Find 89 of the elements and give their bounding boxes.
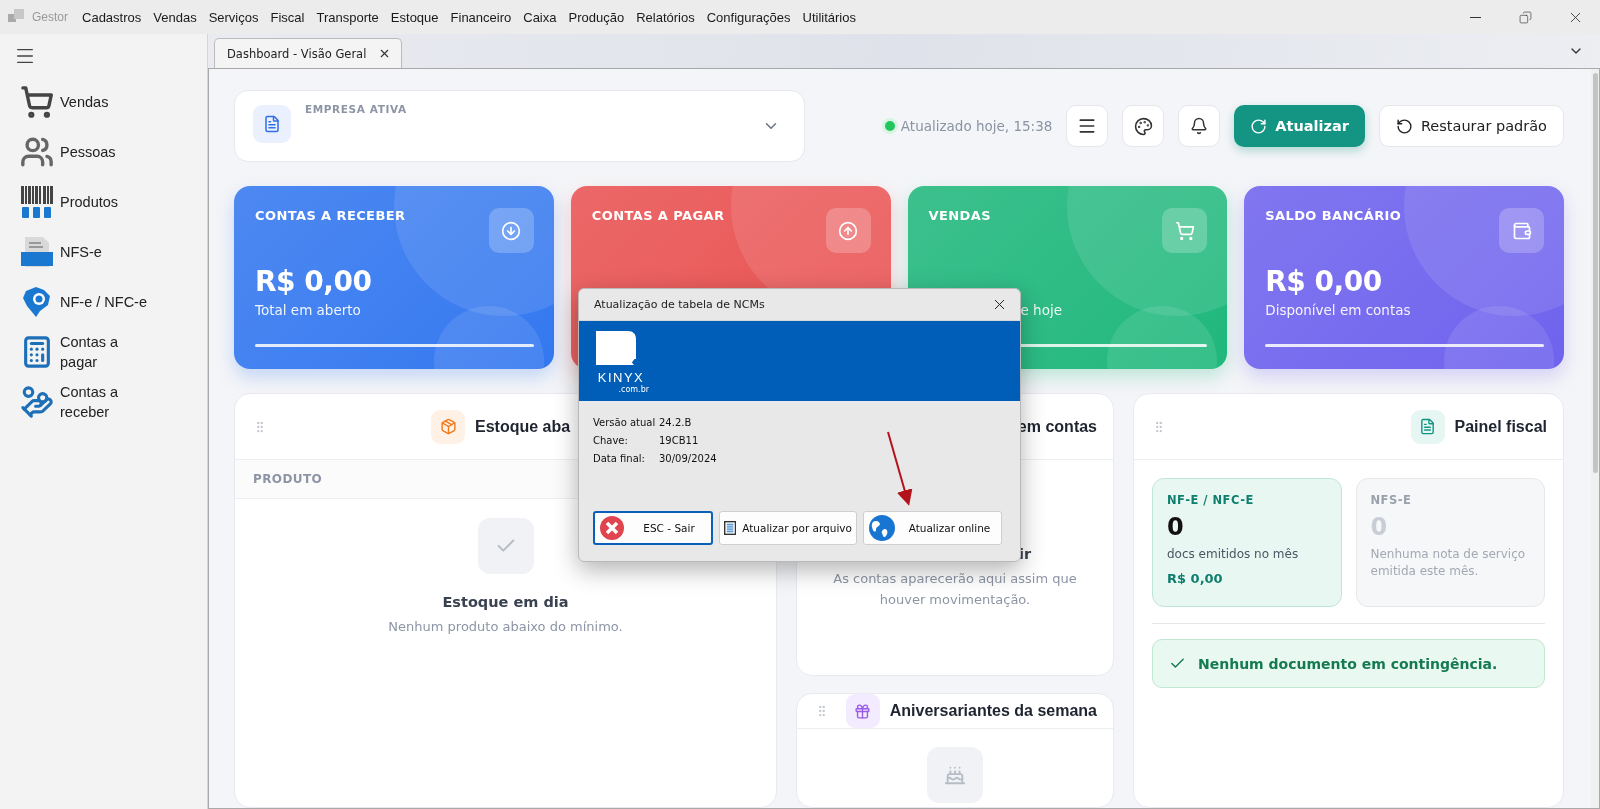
globe-icon — [868, 514, 896, 542]
card-title: VENDAS — [928, 208, 991, 223]
menu-item[interactable]: Produção — [562, 9, 631, 25]
empty-text: Nenhum produto abaixo do mínimo. — [387, 618, 624, 636]
info-label: Versão atual — [593, 417, 657, 428]
panel-title: Estoque aba — [475, 417, 571, 436]
dialog-button[interactable]: Atualizar online — [863, 511, 1002, 545]
people-icon — [20, 135, 54, 169]
menu-item[interactable]: Serviços — [202, 9, 265, 25]
arrow-up-circle-icon — [838, 220, 858, 241]
dialog-button[interactable]: ESC - Sair — [593, 511, 713, 545]
menu-item[interactable]: Vendas — [147, 9, 203, 25]
menu-item[interactable]: Caixa — [517, 9, 563, 25]
sidebar-item[interactable]: Contas a receber — [0, 377, 207, 427]
logo-domain: .com.br — [618, 384, 649, 394]
restore-default-button[interactable]: Restaurar padrão — [1378, 105, 1564, 147]
stat-caption: docs emitidos no mês — [1167, 546, 1300, 563]
gift-icon — [845, 694, 880, 728]
app-logo-icon — [8, 9, 24, 25]
card-subtitle: Total em aberto — [255, 302, 361, 318]
cart-icon — [20, 85, 54, 119]
sidebar-item[interactable]: Pessoas — [0, 127, 207, 177]
sidebar-item[interactable]: NF-e / NFC-e — [0, 277, 207, 327]
card-title: CONTAS A RECEBER — [255, 208, 406, 223]
sidebar-item[interactable]: Contas a pagar — [0, 327, 207, 377]
cake-icon — [927, 747, 983, 803]
menu-item[interactable]: Utilitários — [796, 9, 862, 25]
sidebar-item[interactable]: Vendas — [0, 77, 207, 127]
stat-title: NFS-E — [1370, 493, 1413, 507]
update-status: Atualizado hoje, 15:38 — [884, 118, 1053, 134]
menu-item[interactable]: Configurações — [700, 9, 797, 25]
check-icon — [477, 518, 534, 574]
sidebar-item[interactable]: NFS-e — [0, 227, 207, 277]
palette-icon — [1133, 116, 1153, 136]
sidebar-item[interactable]: Produtos — [0, 177, 207, 227]
document-icon — [253, 105, 291, 143]
arrow-down-circle-icon — [501, 220, 522, 241]
info-value: 24.2.B — [659, 417, 693, 428]
stat-caption: Nenhuma nota de serviço emitida este mês. — [1370, 546, 1527, 580]
column-title: PRODUTO — [253, 472, 323, 486]
card-title: SALDO BANCÁRIO — [1265, 208, 1402, 223]
hand-coins-icon — [20, 385, 54, 419]
menu-item[interactable]: Fiscal — [264, 9, 311, 25]
card-subtitle: Disponível em contas — [1265, 302, 1411, 318]
info-label: Chave: — [593, 435, 629, 446]
card-value: R$ 0,00 — [255, 265, 372, 298]
package-icon — [431, 409, 465, 444]
dialog-title: Atualização de tabela de NCMs — [594, 298, 765, 311]
menu-button[interactable] — [1066, 105, 1109, 147]
menu-item[interactable]: Financeiro — [444, 9, 518, 25]
stat-amount: R$ 0,00 — [1167, 571, 1224, 586]
refresh-icon — [1250, 117, 1268, 135]
stat-value: 0 — [1167, 513, 1185, 541]
info-label: Data final: — [593, 453, 646, 464]
menu-item[interactable]: Cadastros — [76, 9, 148, 25]
wallet-icon — [1511, 220, 1532, 241]
menu-item[interactable]: Transporte — [310, 9, 385, 25]
empty-text: As contas aparecerão aqui assim que houver movimentação. — [832, 570, 1078, 609]
panel-title: Painel fiscal — [1454, 417, 1547, 436]
card-subtitle: e hoje — [1020, 302, 1062, 318]
card-title: CONTAS A PAGAR — [591, 208, 725, 223]
scrollbar-thumb[interactable] — [1592, 73, 1598, 473]
refresh-button[interactable]: Atualizar — [1234, 105, 1365, 147]
menu-item[interactable]: Relatórios — [630, 9, 701, 25]
restore-icon — [1518, 10, 1532, 24]
barcode-icon — [20, 186, 54, 218]
info-value: 30/09/2024 — [659, 453, 718, 464]
stat-title: NF-E / NFC-E — [1167, 493, 1255, 507]
document-icon — [20, 236, 54, 268]
palette-button[interactable] — [1122, 105, 1165, 147]
card-value: R$ 0,00 — [1265, 265, 1382, 298]
document-icon — [1410, 409, 1445, 444]
close-circle-icon — [599, 515, 625, 541]
logo-text: KINYX — [597, 370, 645, 385]
minimize-icon — [1469, 16, 1481, 18]
info-value: 19CB11 — [659, 435, 700, 446]
bell-icon — [1190, 117, 1209, 135]
notifications-button[interactable] — [1178, 105, 1221, 147]
cart-icon — [1174, 220, 1195, 241]
menu-item[interactable]: Estoque — [384, 9, 445, 25]
dialog-button[interactable]: Atualizar por arquivo — [719, 511, 857, 545]
notice-text: Nenhum documento em contingência. — [1198, 655, 1498, 672]
tab[interactable]: Dashboard - Visão Geral — [214, 38, 403, 68]
status-dot-icon — [884, 121, 895, 131]
panel-title: Aniversariantes da semana — [889, 702, 1097, 720]
empty-title: Estoque em dia — [442, 594, 569, 610]
company-label: EMPRESA ATIVA — [305, 103, 407, 115]
app-name: Gestor — [32, 10, 68, 24]
undo-icon — [1395, 117, 1413, 135]
